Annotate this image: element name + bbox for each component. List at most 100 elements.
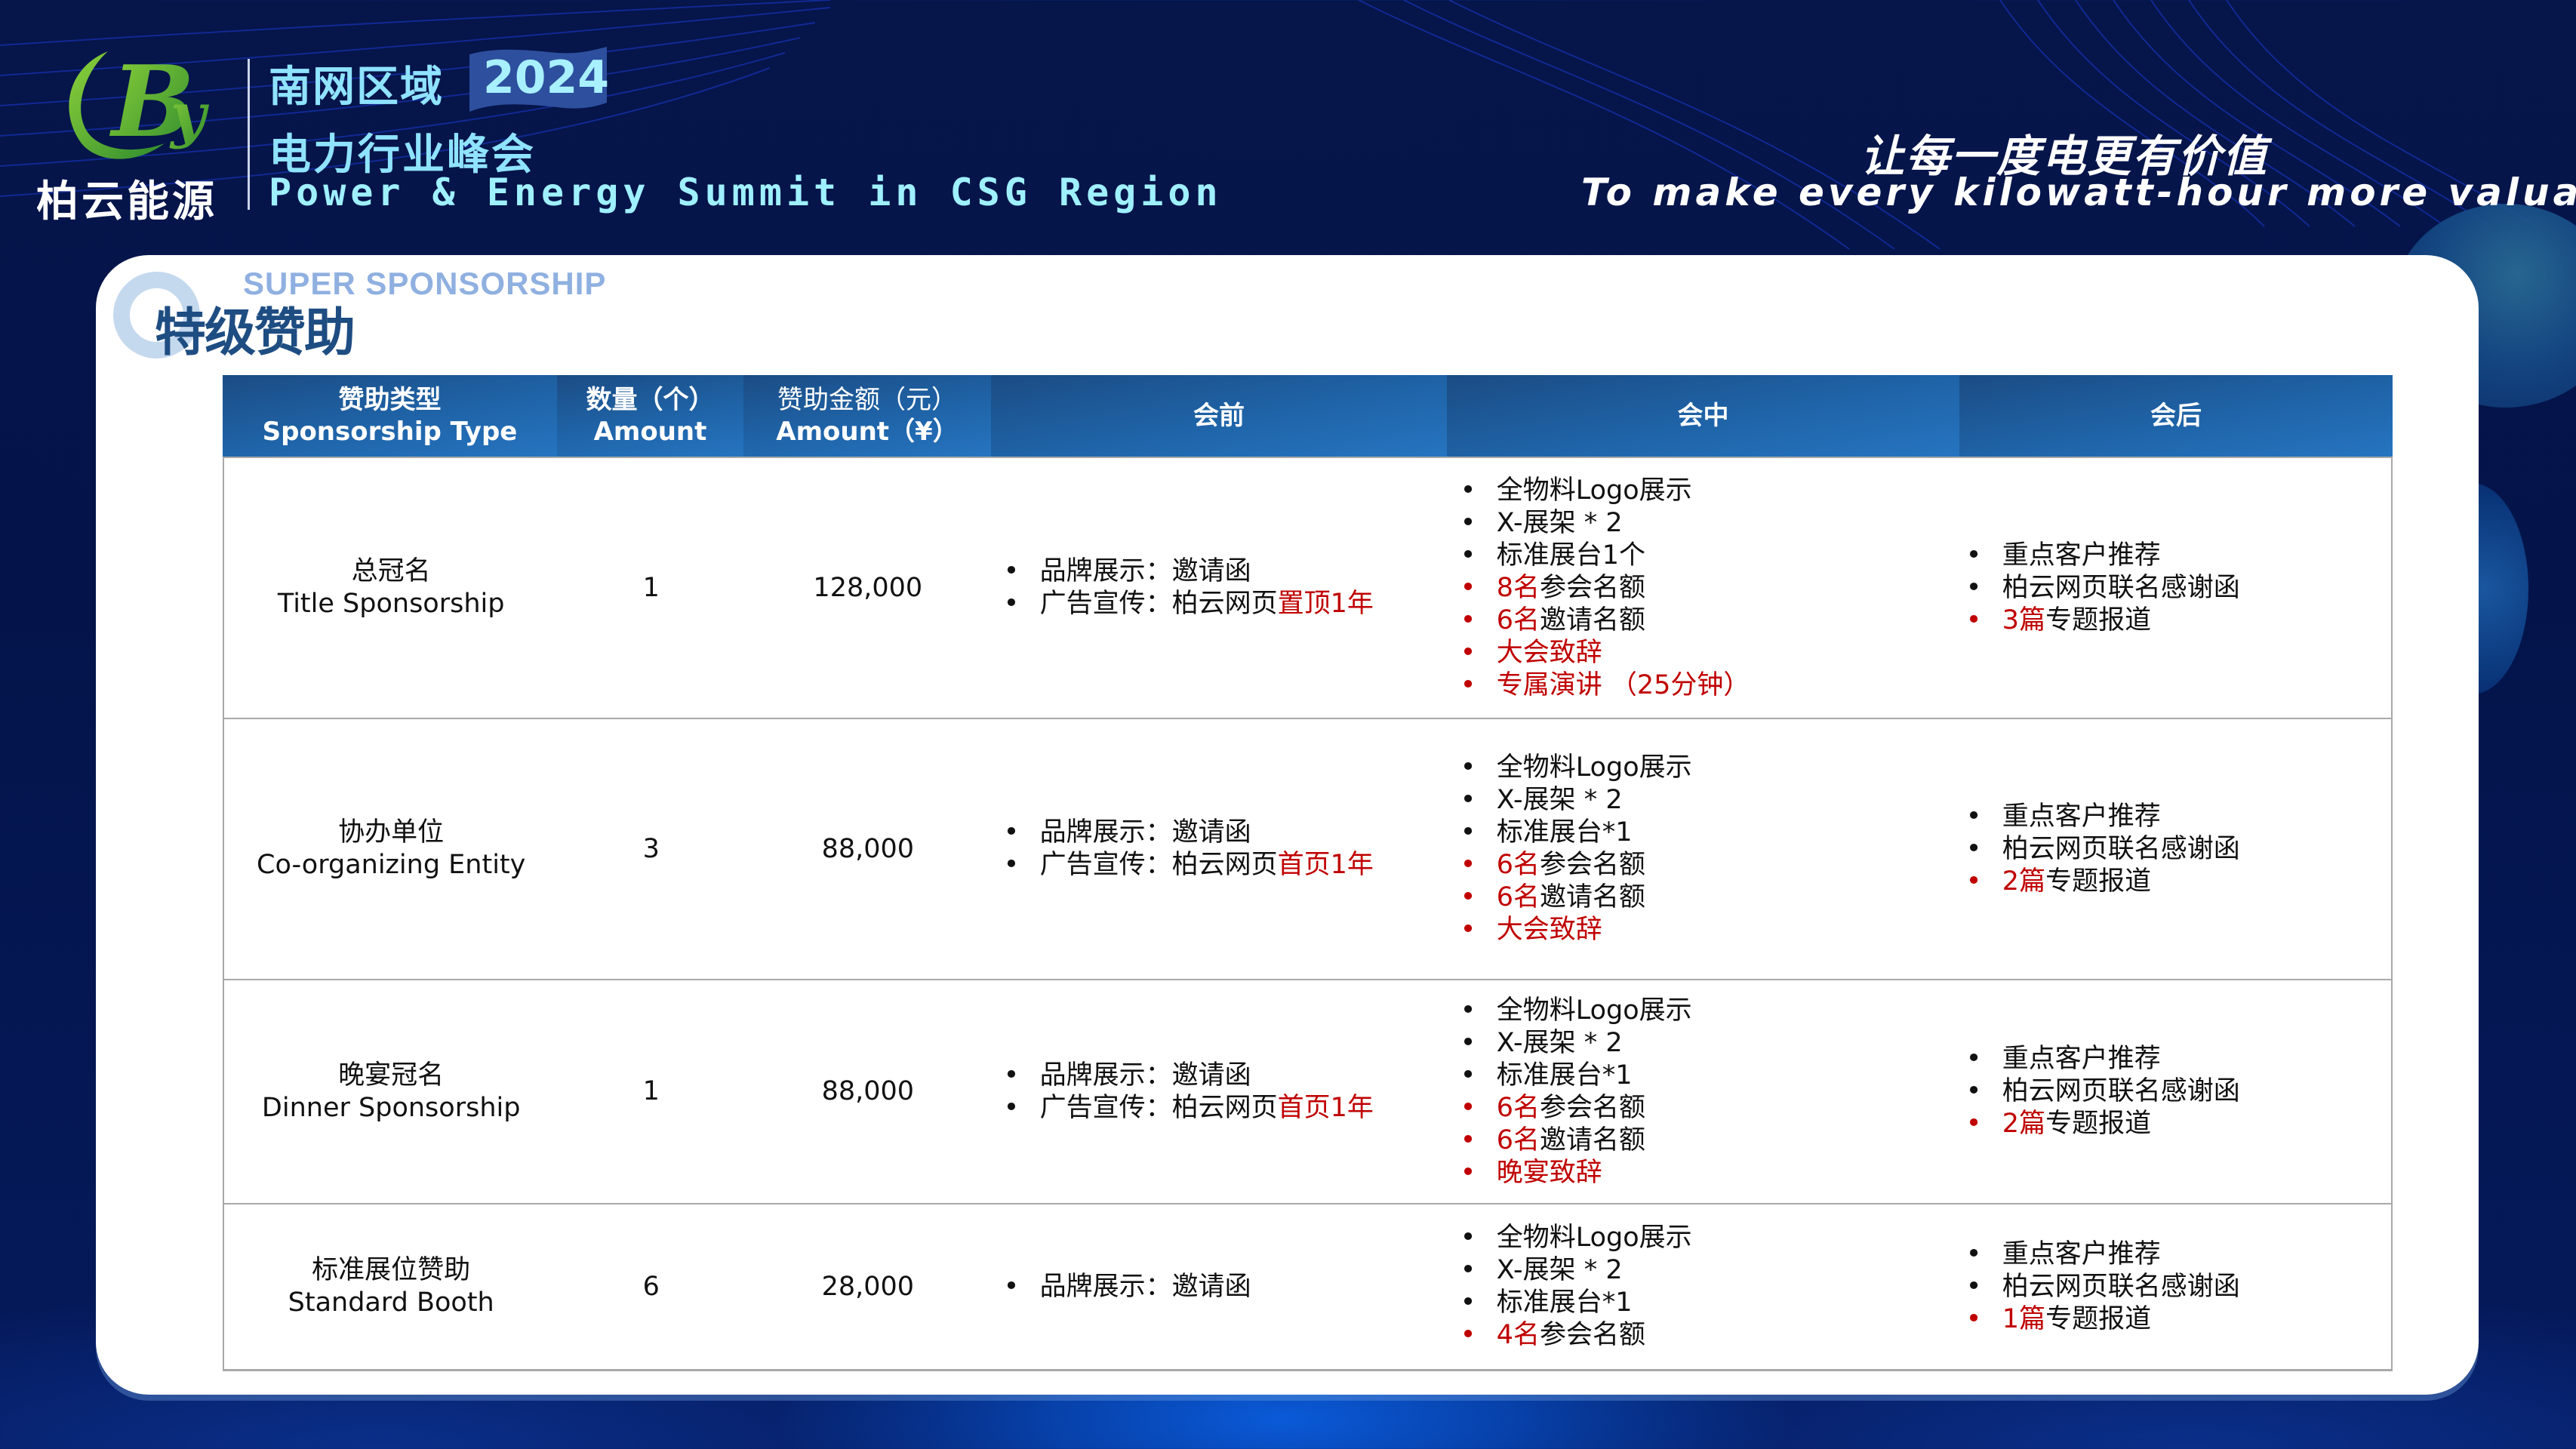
benefit-text: 重点客户推荐 — [2002, 1238, 2161, 1269]
price-value: 128,000 — [813, 572, 923, 603]
cell-pre-event: 品牌展示：邀请函广告宣传：柏云网页首页1年 — [992, 719, 1447, 979]
benefit-item: 全物料Logo展示 — [1460, 475, 1959, 507]
benefit-item: X-展架 * 2 — [1460, 507, 1959, 540]
benefit-text: X-展架 * 2 — [1496, 507, 1623, 538]
table-row: 晚宴冠名Dinner Sponsorship 1 88,000 品牌展示：邀请函广告宣… — [224, 979, 2391, 1203]
benefit-item: 重点客户推荐 — [1966, 540, 2391, 572]
cell-price: 128,000 — [744, 458, 992, 718]
cell-post-event-list: 重点客户推荐柏云网页联名感谢函1篇专题报道 — [1966, 1238, 2391, 1336]
cell-sponsorship-type: 晚宴冠名 Dinner Sponsorship — [224, 980, 558, 1203]
benefit-item: 3篇专题报道 — [1966, 605, 2391, 637]
event-year: 2024 — [483, 51, 609, 104]
benefit-item: 标准展台*1 — [1460, 817, 1959, 849]
column-header-sponsorship-type: 赞助类型 Sponsorship Type — [223, 375, 557, 457]
benefit-highlight: 1篇 — [2002, 1303, 2046, 1334]
benefit-highlight: 3篇 — [2002, 605, 2046, 635]
benefit-text: 广告宣传：柏云网页 — [1039, 1092, 1278, 1123]
cell-quantity: 3 — [558, 719, 744, 979]
cell-pre-event: 品牌展示：邀请函广告宣传：柏云网页置顶1年 — [992, 458, 1447, 718]
benefit-item: 2篇专题报道 — [1966, 866, 2391, 898]
price-value: 88,000 — [821, 1076, 915, 1106]
benefit-item: 柏云网页联名感谢函 — [1966, 572, 2391, 605]
quantity-value: 3 — [642, 833, 660, 864]
benefit-item: 标准展台*1 — [1460, 1060, 1959, 1092]
benefit-item: 大会致辞 — [1460, 914, 1959, 946]
benefit-highlight: 6名 — [1496, 882, 1540, 912]
cell-post-event: 重点客户推荐柏云网页联名感谢函2篇专题报道 — [1959, 980, 2391, 1203]
cell-quantity: 6 — [558, 1204, 744, 1369]
benefit-highlight: 大会致辞 — [1496, 637, 1602, 668]
benefit-text: 广告宣传：柏云网页 — [1039, 850, 1278, 880]
sponsorship-type-cn: 协办单位 — [338, 817, 445, 848]
benefit-highlight: 置顶1年 — [1277, 589, 1374, 619]
table-body: 总冠名Title Sponsorship1128,000品牌展示：邀请函广告宣传… — [223, 457, 2393, 1371]
benefit-item: 品牌展示：邀请函 — [1004, 1271, 1447, 1303]
benefit-text: 柏云网页联名感谢函 — [2002, 833, 2240, 864]
cell-post-event: 重点客户推荐柏云网页联名感谢函2篇专题报道 — [1959, 719, 2391, 979]
benefit-text: 品牌展示：邀请函 — [1039, 817, 1251, 848]
benefit-item: X-展架 * 2 — [1460, 784, 1959, 817]
benefit-item: 柏云网页联名感谢函 — [1966, 1271, 2391, 1303]
benefit-item: 重点客户推荐 — [1966, 1238, 2391, 1271]
benefit-highlight: 首页1年 — [1277, 850, 1374, 880]
benefit-text: X-展架 * 2 — [1496, 1027, 1623, 1058]
benefit-text: 全物料Logo展示 — [1496, 475, 1692, 506]
benefit-item: 6名邀请名额 — [1460, 605, 1959, 637]
benefit-text: 专题报道 — [2045, 1109, 2152, 1139]
cell-post-event-list: 重点客户推荐柏云网页联名感谢函3篇专题报道 — [1966, 540, 2391, 637]
benefit-item: 全物料Logo展示 — [1460, 752, 1959, 784]
sponsorship-type-en: Co-organizing Entity — [257, 850, 526, 880]
quantity-value: 6 — [642, 1271, 660, 1302]
sponsorship-type-cn: 晚宴冠名 — [338, 1060, 445, 1091]
slogan-english: To make every kilowatt-hour more valuabl… — [1581, 171, 2576, 214]
cell-pre-event-list: 品牌展示：邀请函广告宣传：柏云网页首页1年 — [1004, 817, 1447, 881]
cell-during-event: 全物料Logo展示X-展架 * 2标准展台*16名参会名额6名邀请名额晚宴致辞 — [1447, 980, 1959, 1203]
cell-sponsorship-type: 标准展位赞助 Standard Booth — [224, 1204, 558, 1369]
cell-quantity: 1 — [558, 980, 744, 1203]
cell-price: 28,000 — [744, 1204, 992, 1369]
cell-sponsorship-type: 协办单位 Co-organizing Entity — [224, 719, 558, 979]
benefit-item: 1篇专题报道 — [1966, 1303, 2391, 1336]
benefit-text: 全物料Logo展示 — [1496, 1223, 1692, 1253]
benefit-item: 专属演讲 （25分钟） — [1460, 669, 1959, 702]
benefit-item: 广告宣传：柏云网页置顶1年 — [1004, 588, 1447, 620]
sponsorship-table: 赞助类型 Sponsorship Type 数量（个） Amount 赞助金额（… — [223, 375, 2393, 1371]
benefit-text: 品牌展示：邀请函 — [1039, 1271, 1251, 1302]
benefit-highlight: 2篇 — [2002, 1109, 2046, 1139]
sponsorship-type-en: Title Sponsorship — [277, 589, 505, 619]
cell-during-event-list: 全物料Logo展示X-展架 * 2标准展台*16名参会名额6名邀请名额大会致辞 — [1460, 752, 1959, 946]
benefit-highlight: 6名 — [1496, 1124, 1540, 1155]
benefit-item: 6名邀请名额 — [1460, 1124, 1959, 1157]
benefit-text: 参会名额 — [1540, 572, 1646, 603]
benefit-text: 品牌展示：邀请函 — [1039, 1060, 1251, 1091]
benefit-text: 柏云网页联名感谢函 — [2002, 1076, 2240, 1106]
table-header-row: 赞助类型 Sponsorship Type 数量（个） Amount 赞助金额（… — [223, 375, 2393, 457]
benefit-item: X-展架 * 2 — [1460, 1027, 1959, 1060]
benefit-item: 品牌展示：邀请函 — [1004, 1060, 1447, 1092]
benefit-text: 标准展台1个 — [1496, 540, 1646, 571]
benefit-item: 8名参会名额 — [1460, 572, 1959, 605]
benefit-text: 重点客户推荐 — [2002, 1044, 2161, 1074]
table-row: 总冠名Title Sponsorship 1 128,000 品牌展示：邀请函广告宣传… — [224, 457, 2391, 718]
sponsorship-type-en: Dinner Sponsorship — [261, 1092, 521, 1123]
event-title-english: Power & Energy Summit in CSG Region — [269, 171, 1223, 214]
cell-pre-event-list: 品牌展示：邀请函广告宣传：柏云网页首页1年 — [1004, 1060, 1447, 1124]
benefit-text: 全物料Logo展示 — [1496, 995, 1692, 1026]
sponsorship-type-en: Standard Booth — [288, 1287, 494, 1318]
benefit-item: 重点客户推荐 — [1966, 801, 2391, 833]
cell-post-event: 重点客户推荐柏云网页联名感谢函3篇专题报道 — [1959, 458, 2391, 718]
benefit-highlight: 6名 — [1496, 1092, 1540, 1123]
cell-pre-event: 品牌展示：邀请函 — [992, 1204, 1447, 1369]
benefit-item: 大会致辞 — [1460, 637, 1959, 669]
benefit-text: 广告宣传：柏云网页 — [1039, 589, 1278, 619]
column-header-post-event: 会后 — [1959, 375, 2393, 457]
cell-during-event-list: 全物料Logo展示X-展架 * 2标准展台*16名参会名额6名邀请名额晚宴致辞 — [1460, 995, 1959, 1189]
cell-price: 88,000 — [744, 980, 992, 1203]
benefit-item: 品牌展示：邀请函 — [1004, 817, 1447, 849]
benefit-text: 标准展台*1 — [1496, 817, 1633, 848]
benefit-highlight: 2篇 — [2002, 866, 2046, 897]
event-title-line1: 南网区域 — [269, 63, 444, 112]
benefit-text: 专题报道 — [2045, 605, 2152, 635]
benefit-text: X-展架 * 2 — [1496, 785, 1623, 815]
benefit-highlight: 大会致辞 — [1496, 915, 1602, 945]
